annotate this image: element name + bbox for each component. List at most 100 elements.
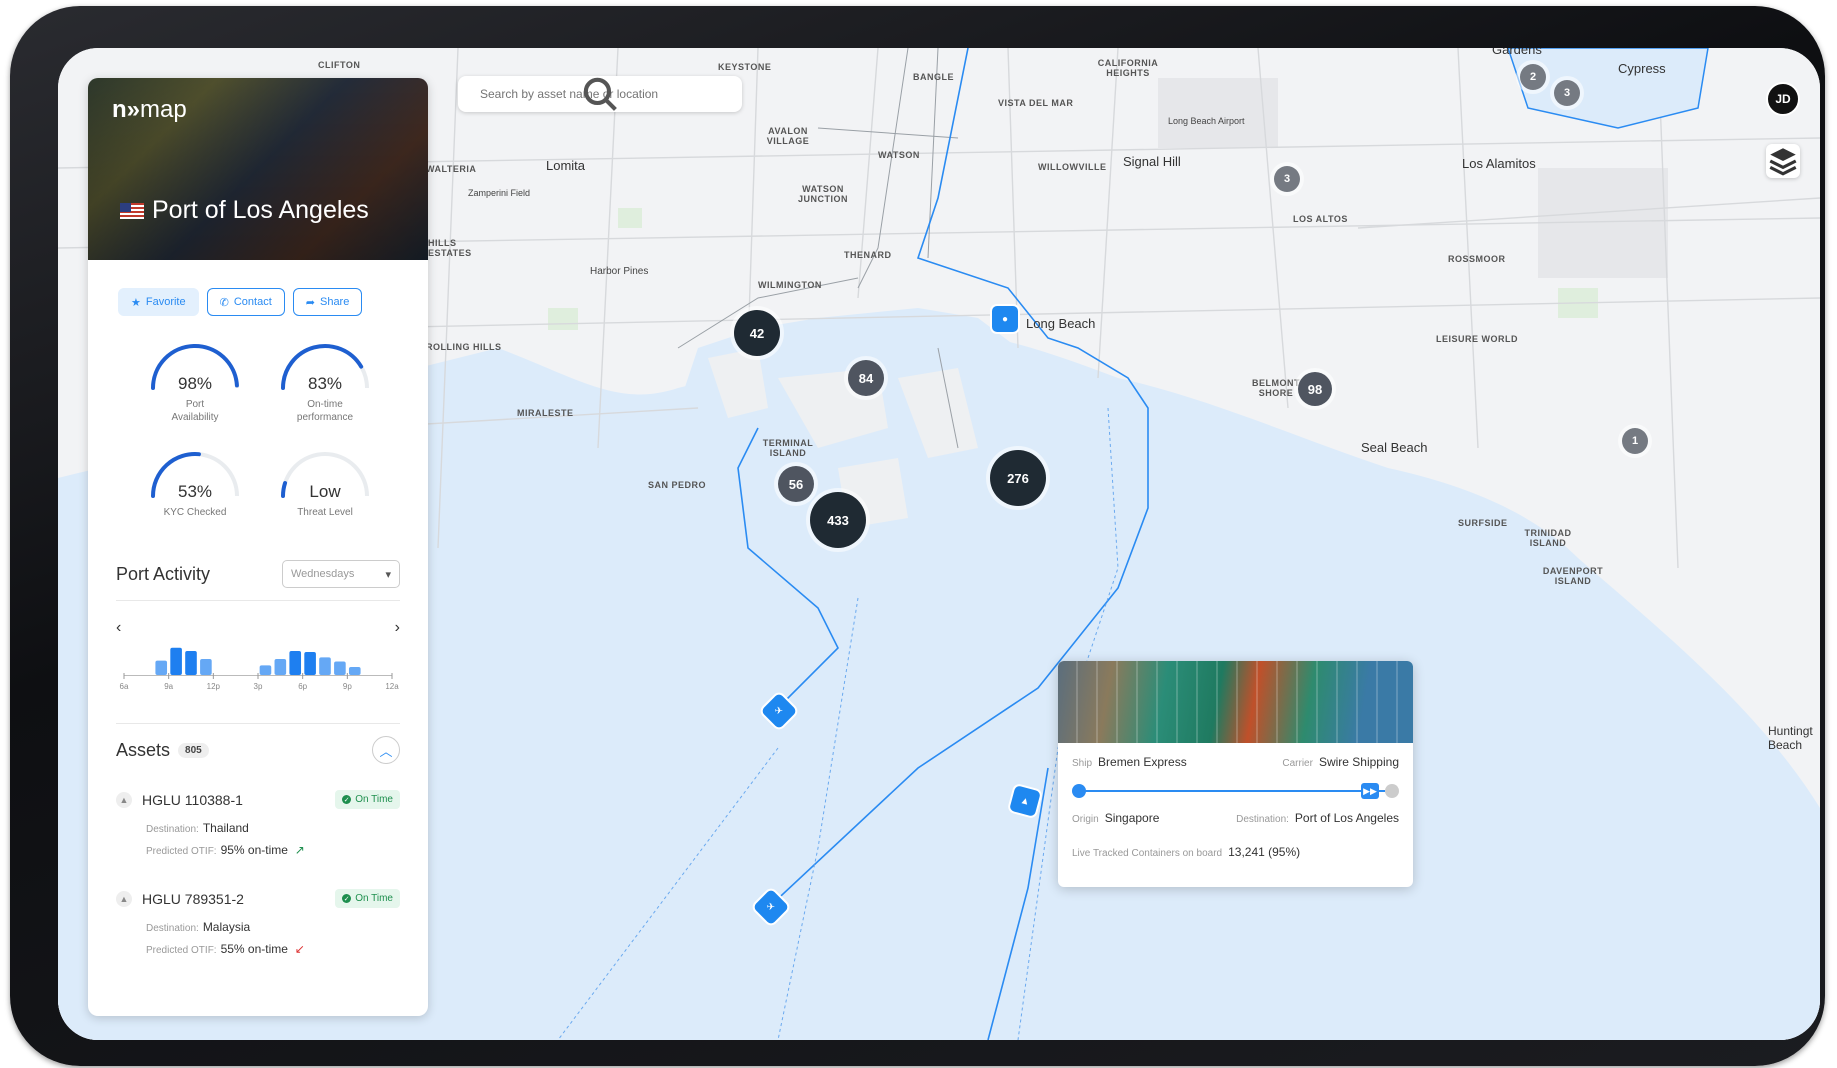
trend-up-icon: ↗ [294, 843, 305, 857]
asset-cluster[interactable]: 3 [1554, 80, 1580, 106]
map-label: Watson Junction [797, 184, 848, 204]
share-button[interactable]: ➦ Share [292, 288, 363, 316]
port-marker-icon[interactable]: ● [992, 306, 1018, 332]
gauge-on-time-performance: 83% On-time performance [270, 338, 380, 428]
map-label: Harbor Pines [590, 266, 649, 277]
ship-icon: ▲ [116, 791, 132, 808]
chevron-up-icon: ︿ [379, 743, 393, 759]
map-label: Seal Beach [1361, 440, 1428, 455]
carrier-name: Swire Shipping [1318, 755, 1399, 769]
activity-bar [259, 665, 272, 675]
destination-value: Port of Los Angeles [1294, 811, 1399, 825]
favorite-button[interactable]: ★ Favorite [118, 288, 199, 316]
map-label: Keystone [718, 62, 772, 72]
map-label: Gardens [1492, 48, 1542, 57]
activity-bar [304, 651, 316, 675]
ship-icon: ▲ [116, 890, 132, 907]
map-label: Trinidad Island [1524, 528, 1572, 548]
gauge-threat-level: Low Threat Level [270, 446, 380, 536]
map-label: Belmont Shore [1252, 378, 1300, 398]
map-label: Long Beach [1026, 316, 1096, 331]
map-label: Willowville [1038, 162, 1107, 172]
port-hero-image: n»map Port of Los Angeles [88, 78, 428, 260]
map-label: Cypress [1618, 61, 1666, 76]
activity-bar [170, 647, 182, 675]
activity-bar [274, 659, 287, 675]
assets-title: Assets [116, 739, 171, 760]
port-panel: n»map Port of Los Angeles ★ Favorite ✆ Con… [88, 78, 428, 1016]
map-label: Leisure World [1436, 334, 1518, 344]
map-label: Walteria [426, 164, 477, 174]
x-tick-label: 12a [385, 682, 399, 691]
activity-bar [319, 657, 331, 675]
asset-cluster[interactable]: 3 [1274, 166, 1300, 192]
map-label: San Pedro [648, 480, 707, 490]
port-activity-title: Port Activity [116, 563, 211, 584]
activity-bar [200, 659, 212, 675]
map-label: Avalon Village [766, 126, 810, 146]
gauge-port-availability: 98% Port Availability [140, 338, 250, 428]
status-badge: ✓ On Time [335, 790, 400, 809]
kpi-gauges: 98% Port Availability 83% On-time performanc… [88, 316, 428, 536]
map-label: California Heights [1097, 58, 1159, 78]
phone-icon: ✆ [219, 296, 229, 309]
asset-cluster[interactable]: 1 [1622, 428, 1648, 454]
asset-item[interactable]: ▲ HGLU 789351-2 ✓ On Time Destination: Mala… [116, 889, 400, 956]
asset-cluster[interactable]: 42 [734, 310, 780, 356]
caret-down-icon: ▾ [385, 568, 391, 581]
x-tick-label: 9p [343, 682, 352, 691]
check-icon: ✓ [342, 894, 352, 903]
voyage-progress: ▶▶ [1072, 783, 1399, 799]
x-tick-label: 6p [298, 682, 307, 691]
activity-bar [334, 661, 346, 675]
map-label: Hills Estates [428, 238, 472, 258]
share-icon: ➦ [305, 296, 315, 309]
tablet-screen: Clifton Keystone Bangle California Heigh… [58, 48, 1820, 1040]
layers-button[interactable] [1766, 144, 1800, 178]
activity-chart: ‹ › 6a 9a 12p 3p 6p 9p 12a [116, 613, 400, 703]
map-label: Vista Del Mar [998, 98, 1074, 108]
map-label: Bangle [913, 72, 954, 82]
origin-label: Origin [1072, 814, 1099, 825]
asset-cluster[interactable]: 2 [1520, 64, 1546, 90]
asset-cluster[interactable]: 276 [990, 450, 1046, 506]
map-label: Long Beach Airport [1168, 116, 1245, 126]
trend-down-icon: ↙ [294, 942, 305, 956]
app-logo[interactable]: n»map [112, 96, 187, 124]
map-label: Zamperini Field [468, 188, 531, 198]
gauge-kyc-checked: 53% KYC Checked [140, 446, 250, 536]
ship-label: Ship [1072, 758, 1093, 769]
tablet-frame: Clifton Keystone Bangle California Heigh… [10, 6, 1825, 1066]
map-label: Rossmoor [1448, 254, 1506, 264]
us-flag-icon [120, 202, 144, 219]
map-label: Wilmington [758, 280, 822, 290]
asset-cluster[interactable]: 56 [778, 466, 814, 502]
user-avatar[interactable]: JD [1766, 82, 1800, 116]
asset-cluster[interactable]: 433 [810, 492, 866, 548]
map-label: Rolling Hills [426, 342, 502, 352]
contact-button[interactable]: ✆ Contact [206, 288, 285, 316]
map-label: Davenport Island [1542, 566, 1604, 586]
x-tick-label: 6a [120, 682, 129, 691]
map-label: Lomita [546, 158, 586, 173]
activity-bar [155, 660, 168, 675]
port-title: Port of Los Angeles [120, 196, 369, 225]
ship-info-popup[interactable]: Ship Bremen Express Carrier Swire Shipping… [1058, 661, 1413, 887]
asset-cluster[interactable]: 98 [1298, 372, 1332, 406]
asset-item[interactable]: ▲ HGLU 110388-1 ✓ On Time Destination: Thai… [116, 790, 400, 857]
asset-cluster[interactable]: 84 [848, 360, 884, 396]
map-label: Watson [878, 150, 920, 160]
layers-icon [1769, 148, 1797, 176]
collapse-button[interactable]: ︿ [372, 736, 400, 764]
map-label: Thenard [844, 250, 892, 260]
ship-position-icon: ▶▶ [1361, 783, 1379, 799]
ship-name: Bremen Express [1098, 755, 1187, 769]
day-select[interactable]: Wednesdays ▾ [282, 560, 400, 588]
search-box[interactable] [458, 76, 742, 112]
map-label: Huntingt Beach [1768, 724, 1813, 752]
activity-bar-chart: 6a 9a 12p 3p 6p 9p 12a [120, 647, 399, 691]
map-label: Signal Hill [1123, 154, 1181, 169]
origin-dot [1072, 784, 1086, 798]
map-label: Los Altos [1293, 214, 1348, 224]
activity-bar [185, 651, 197, 675]
